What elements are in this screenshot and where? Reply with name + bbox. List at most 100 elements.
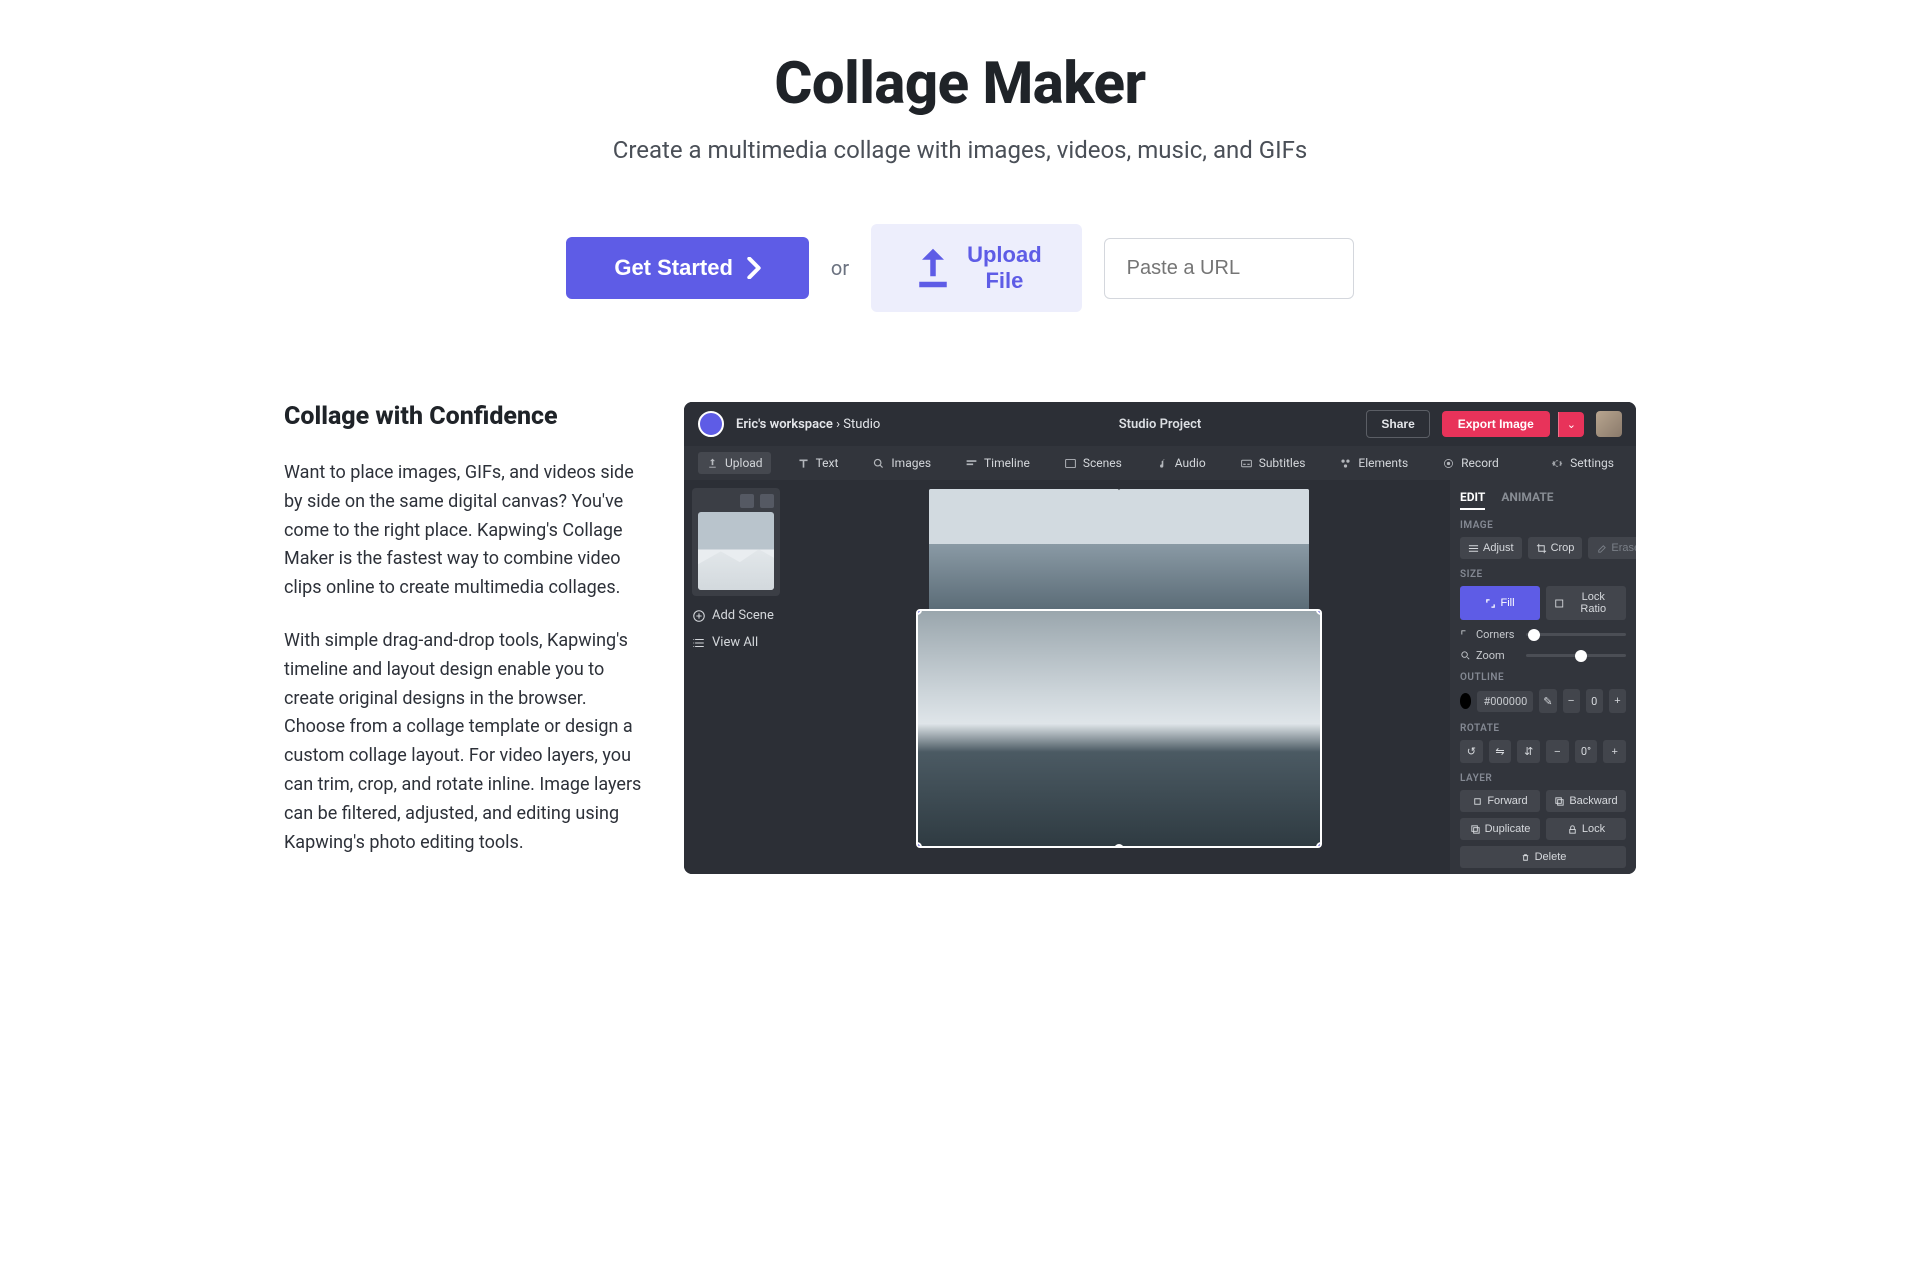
zoom-slider[interactable]	[1526, 654, 1626, 657]
toolbar-text[interactable]: Text	[789, 452, 847, 474]
flip-h-button[interactable]: ⇋	[1489, 740, 1512, 763]
tab-animate[interactable]: ANIMATE	[1501, 490, 1553, 510]
timeline-icon	[965, 457, 978, 470]
toolbar-elements[interactable]: Elements	[1331, 452, 1416, 474]
paste-url-input[interactable]	[1104, 238, 1354, 299]
or-separator: or	[831, 256, 849, 280]
rotate-left-button[interactable]: ↺	[1460, 740, 1483, 763]
canvas-image-selected[interactable]	[918, 611, 1321, 847]
toolbar-audio[interactable]: Audio	[1148, 452, 1214, 474]
rotate-increment[interactable]: +	[1603, 740, 1626, 763]
outline-decrement[interactable]: −	[1563, 689, 1580, 713]
corners-icon	[1460, 629, 1471, 640]
scene-thumbnail[interactable]	[692, 488, 780, 596]
plus-circle-icon	[692, 609, 706, 623]
editor-titlebar: Eric's workspace › Studio Studio Project…	[684, 402, 1636, 446]
corners-slider[interactable]	[1526, 633, 1626, 636]
backward-button[interactable]: Backward	[1546, 790, 1626, 812]
crop-icon	[1536, 543, 1547, 554]
search-icon	[872, 457, 885, 470]
toolbar-record[interactable]: Record	[1434, 452, 1507, 474]
section-layer-label: LAYER	[1460, 773, 1626, 784]
canvas-image-top-left[interactable]	[929, 489, 1119, 611]
record-icon	[1442, 457, 1455, 470]
section-paragraph-1: Want to place images, GIFs, and videos s…	[284, 459, 644, 603]
audio-icon	[1156, 457, 1169, 470]
rotate-handle[interactable]	[1114, 844, 1124, 846]
export-dropdown-caret[interactable]: ⌄	[1558, 412, 1584, 437]
outline-hex[interactable]: #000000	[1477, 691, 1533, 712]
zoom-icon	[1460, 650, 1471, 661]
lock-ratio-icon	[1554, 598, 1564, 609]
share-button[interactable]: Share	[1366, 410, 1429, 438]
outline-width-value: 0	[1586, 689, 1603, 713]
delete-button[interactable]: Delete	[1460, 846, 1626, 868]
flip-v-button[interactable]: ⇵	[1517, 740, 1540, 763]
outline-increment[interactable]: +	[1609, 689, 1626, 713]
backward-icon	[1554, 796, 1565, 807]
elements-icon	[1339, 457, 1352, 470]
eyedropper-button[interactable]: ✎	[1539, 689, 1556, 713]
upload-file-button[interactable]: Upload File	[871, 224, 1082, 312]
view-all-button[interactable]: View All	[692, 635, 780, 650]
toolbar-settings[interactable]: Settings	[1543, 452, 1622, 474]
section-rotate-label: ROTATE	[1460, 723, 1626, 734]
toolbar-scenes[interactable]: Scenes	[1056, 452, 1130, 474]
erase-button[interactable]: Erase	[1588, 537, 1636, 559]
get-started-label: Get Started	[614, 255, 733, 281]
get-started-button[interactable]: Get Started	[566, 237, 809, 299]
export-button[interactable]: Export Image	[1442, 411, 1550, 437]
section-paragraph-2: With simple drag-and-drop tools, Kapwing…	[284, 627, 644, 857]
trash-icon	[1520, 852, 1531, 863]
project-title: Studio Project	[1119, 417, 1202, 432]
corners-label: Corners	[1460, 628, 1518, 641]
section-size-label: SIZE	[1460, 569, 1626, 580]
user-avatar[interactable]	[1596, 411, 1622, 437]
content-row: Collage with Confidence Want to place im…	[284, 402, 1636, 881]
erase-icon	[1596, 543, 1607, 554]
canvas-area[interactable]	[788, 480, 1450, 874]
lock-ratio-button[interactable]: Lock Ratio	[1546, 586, 1626, 620]
lock-button[interactable]: Lock	[1546, 818, 1626, 840]
fill-button[interactable]: Fill	[1460, 586, 1540, 620]
delete-icon[interactable]	[760, 494, 774, 508]
editor-screenshot: Eric's workspace › Studio Studio Project…	[684, 402, 1636, 874]
tab-edit[interactable]: EDIT	[1460, 490, 1485, 510]
hero-section: Collage Maker Create a multimedia collag…	[284, 50, 1636, 312]
upload-icon	[706, 457, 719, 470]
forward-button[interactable]: Forward	[1460, 790, 1540, 812]
resize-handle[interactable]	[1316, 611, 1320, 615]
list-icon	[692, 636, 706, 650]
duplicate-icon	[1470, 824, 1481, 835]
subtitles-icon	[1240, 457, 1253, 470]
page-title: Collage Maker	[284, 50, 1636, 118]
toolbar-timeline[interactable]: Timeline	[957, 452, 1038, 474]
section-heading: Collage with Confidence	[284, 402, 644, 431]
crop-button[interactable]: Crop	[1528, 537, 1583, 559]
scene-thumb-image	[698, 512, 774, 590]
toolbar-subtitles[interactable]: Subtitles	[1232, 452, 1314, 474]
section-outline-label: OUTLINE	[1460, 672, 1626, 683]
copy-icon[interactable]	[740, 494, 754, 508]
outline-color-swatch[interactable]	[1460, 693, 1471, 709]
cta-row: Get Started or Upload File	[284, 224, 1636, 312]
toolbar-upload[interactable]: Upload	[698, 452, 771, 474]
rotate-value: 0°	[1575, 740, 1598, 763]
chevron-right-icon	[747, 257, 761, 279]
expand-icon	[1485, 598, 1496, 609]
breadcrumb[interactable]: Eric's workspace › Studio	[736, 417, 880, 432]
canvas-image-top-right[interactable]	[1119, 489, 1309, 611]
toolbar: Upload Text Images Timeline Scenes Audio…	[684, 446, 1636, 480]
resize-handle[interactable]	[1316, 842, 1320, 846]
adjust-button[interactable]: Adjust	[1460, 537, 1522, 559]
resize-handle[interactable]	[918, 842, 922, 846]
rotate-decrement[interactable]: −	[1546, 740, 1569, 763]
toolbar-images[interactable]: Images	[864, 452, 939, 474]
duplicate-button[interactable]: Duplicate	[1460, 818, 1540, 840]
upload-icon	[911, 246, 955, 290]
upload-file-label: Upload File	[967, 242, 1042, 294]
resize-handle[interactable]	[918, 611, 922, 615]
add-scene-button[interactable]: Add Scene	[692, 608, 780, 623]
text-icon	[797, 457, 810, 470]
forward-icon	[1472, 796, 1483, 807]
